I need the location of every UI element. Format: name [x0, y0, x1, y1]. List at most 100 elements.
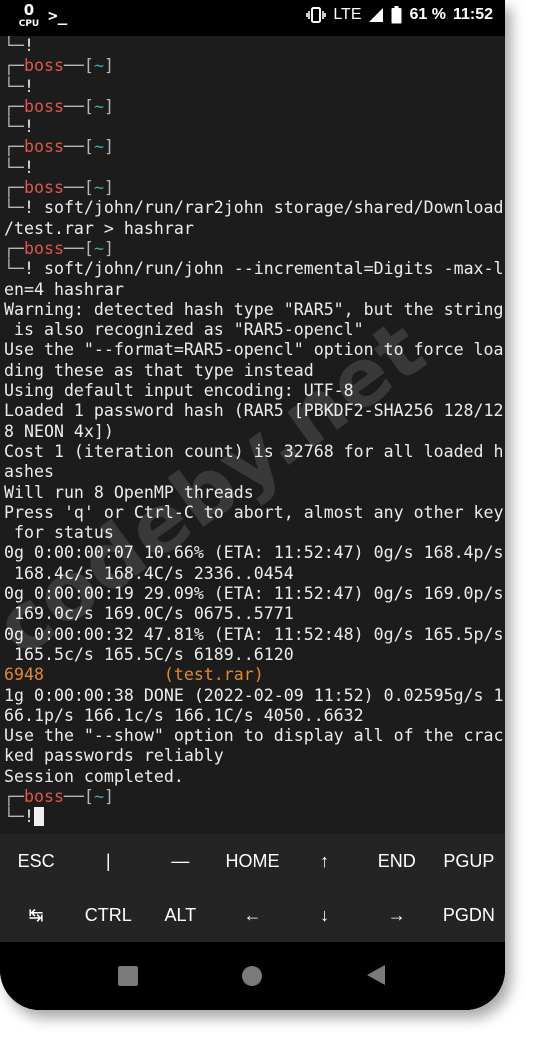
terminal-text-segment: boss [23, 786, 64, 806]
terminal-text-segment: ! [23, 117, 34, 137]
navigation-bar [0, 942, 505, 1010]
terminal-line: Press 'q' or Ctrl-C to abort, almost any… [4, 503, 505, 523]
home-circle-icon[interactable] [242, 966, 262, 986]
dash-key[interactable]: — [144, 834, 216, 888]
terminal-text-segment: ┌─ [4, 786, 24, 806]
terminal-text-segment: boss [23, 238, 64, 258]
terminal-text-segment: └─ [4, 36, 24, 55]
terminal-line: └─! soft/john/run/rar2john storage/share… [4, 198, 505, 218]
terminal-line: 0g 0:00:00:07 10.66% (ETA: 11:52:47) 0g/… [4, 543, 505, 563]
terminal-line: 168.4c/s 168.4C/s 2336..0454 [4, 564, 505, 584]
terminal-text-segment: ┌─ [4, 238, 24, 258]
terminal-text-segment: 1g 0:00:00:38 DONE (2022-02-09 11:52) 0.… [4, 685, 504, 705]
terminal-line: Loaded 1 password hash (RAR5 [PBKDF2-SHA… [4, 401, 505, 421]
terminal-text-segment: ┌─ [4, 137, 24, 157]
terminal-cursor [33, 807, 44, 827]
terminal-line: └─! [4, 807, 505, 827]
terminal-text-segment: boss [23, 56, 64, 76]
terminal-text-segment: ! [23, 76, 34, 96]
end-key[interactable]: END [361, 834, 433, 888]
terminal-text-segment: └─ [4, 157, 24, 177]
terminal-text-segment: for status [4, 523, 114, 543]
terminal-text-segment: soft/john/run/john --incremental=Digits … [33, 259, 504, 279]
terminal-text-segment: Will run 8 OpenMP threads [4, 482, 254, 502]
vibrate-icon [306, 7, 327, 23]
recents-square-icon[interactable] [118, 966, 138, 986]
terminal-text-segment: Use the "--format=RAR5-opencl" option to… [4, 340, 504, 360]
terminal-text-segment: ~ [93, 56, 104, 76]
terminal-text-segment: ashes [4, 462, 54, 482]
pgup-key[interactable]: PGUP [433, 834, 505, 888]
terminal-line: └─! [4, 117, 505, 137]
terminal-text-segment: en=4 hashrar [4, 279, 124, 299]
terminal-text-segment: /test.rar > hashrar [4, 218, 194, 238]
terminal-text-segment: 66.1p/s 166.1c/s 166.1C/s 4050..6632 [4, 705, 364, 725]
terminal-text-segment: └─ [4, 198, 24, 218]
terminal-line: 169.0c/s 169.0C/s 0675..5771 [4, 604, 505, 624]
terminal-text-segment: Loaded 1 password hash (RAR5 [PBKDF2-SHA… [4, 401, 504, 421]
terminal-text-segment: Use the "--show" option to display all o… [4, 726, 504, 746]
terminal-line: 0g 0:00:00:19 29.09% (ETA: 11:52:47) 0g/… [4, 584, 505, 604]
terminal-text-segment: └─ [4, 259, 24, 279]
terminal-text-segment: 165.5c/s 165.5C/s 6189..6120 [4, 644, 294, 664]
status-bar: 0 CPU >_ LTE 61 % 11:52 [0, 0, 505, 36]
battery-percent: 61 % [409, 6, 446, 23]
cpu-indicator: 0 CPU [14, 2, 44, 32]
ctrl-key[interactable]: CTRL [72, 888, 144, 942]
left-arrow-key[interactable]: ← [216, 888, 288, 942]
terminal-text-segment: └─ [4, 117, 24, 137]
terminal-text-segment: Cost 1 (iteration count) is 32768 for al… [4, 441, 504, 461]
alt-key[interactable]: ALT [144, 888, 216, 942]
terminal-text-segment: ──[ [63, 137, 94, 157]
terminal-line: ┌─boss──[~] [4, 137, 505, 157]
home-key[interactable]: HOME [216, 834, 288, 888]
terminal-text-segment: 8 NEON 4x]) [4, 421, 114, 441]
up-arrow-key[interactable]: ↑ [289, 834, 361, 888]
cpu-label: CPU [18, 19, 40, 29]
terminal-text-segment: ! [23, 259, 34, 279]
down-arrow-key[interactable]: ↓ [289, 888, 361, 942]
right-arrow-key[interactable]: → [361, 888, 433, 942]
terminal-line: ┌─boss──[~] [4, 787, 505, 807]
terminal-text-segment: ──[ [63, 96, 94, 116]
tab-key[interactable]: ↹ [0, 888, 72, 942]
terminal-text-segment: ! [23, 157, 34, 177]
terminal-text-segment: ! [23, 198, 34, 218]
terminal-text-segment: ! [23, 36, 34, 55]
terminal-line: ┌─boss──[~] [4, 178, 505, 198]
terminal-line: Will run 8 OpenMP threads [4, 483, 505, 503]
terminal-text-segment: ~ [93, 137, 104, 157]
terminal-prompt-icon: >_ [48, 6, 68, 25]
terminal-output[interactable]: └─! ┌─boss──[~] └─! ┌─boss──[~] └─! ┌─boss──[… [0, 36, 505, 834]
terminal-line: Cost 1 (iteration count) is 32768 for al… [4, 442, 505, 462]
terminal-text-segment: ──[ [63, 238, 94, 258]
terminal-text-segment: ~ [93, 178, 104, 198]
clock: 11:52 [452, 6, 493, 23]
terminal-line: 8 NEON 4x]) [4, 422, 505, 442]
terminal-line: Warning: detected hash type "RAR5", but … [4, 300, 505, 320]
terminal-line: └─! [4, 36, 505, 56]
terminal-text-segment: └─ [4, 807, 24, 827]
terminal-text-segment: soft/john/run/rar2john storage/shared/Do… [33, 198, 504, 218]
terminal-text-segment: boss [23, 96, 64, 116]
terminal-text-segment: ┌─ [4, 96, 24, 116]
terminal-text-segment: Session completed. [4, 766, 184, 786]
pgdn-key[interactable]: PGDN [433, 888, 505, 942]
terminal-text-segment: ] [103, 178, 114, 198]
terminal-text-segment: ] [103, 137, 114, 157]
terminal-text-segment: ~ [93, 96, 104, 116]
terminal-text-segment: ] [103, 238, 114, 258]
signal-icon [368, 7, 384, 23]
terminal-text-segment: 0g 0:00:00:19 29.09% (ETA: 11:52:47) 0g/… [4, 584, 504, 604]
terminal-line: └─! soft/john/run/john --incremental=Dig… [4, 259, 505, 279]
terminal-text-segment: ! [23, 807, 34, 827]
pipe-key[interactable]: | [72, 834, 144, 888]
terminal-line: 0g 0:00:00:32 47.81% (ETA: 11:52:48) 0g/… [4, 625, 505, 645]
terminal-line: └─! [4, 77, 505, 97]
terminal-line: └─! [4, 158, 505, 178]
back-triangle-icon[interactable] [366, 964, 386, 990]
esc-key[interactable]: ESC [0, 834, 72, 888]
terminal-text-segment: ] [103, 96, 114, 116]
terminal-line: 6948 (test.rar) [4, 665, 505, 685]
terminal-text-segment: is also recognized as "RAR5-opencl" [4, 320, 364, 340]
